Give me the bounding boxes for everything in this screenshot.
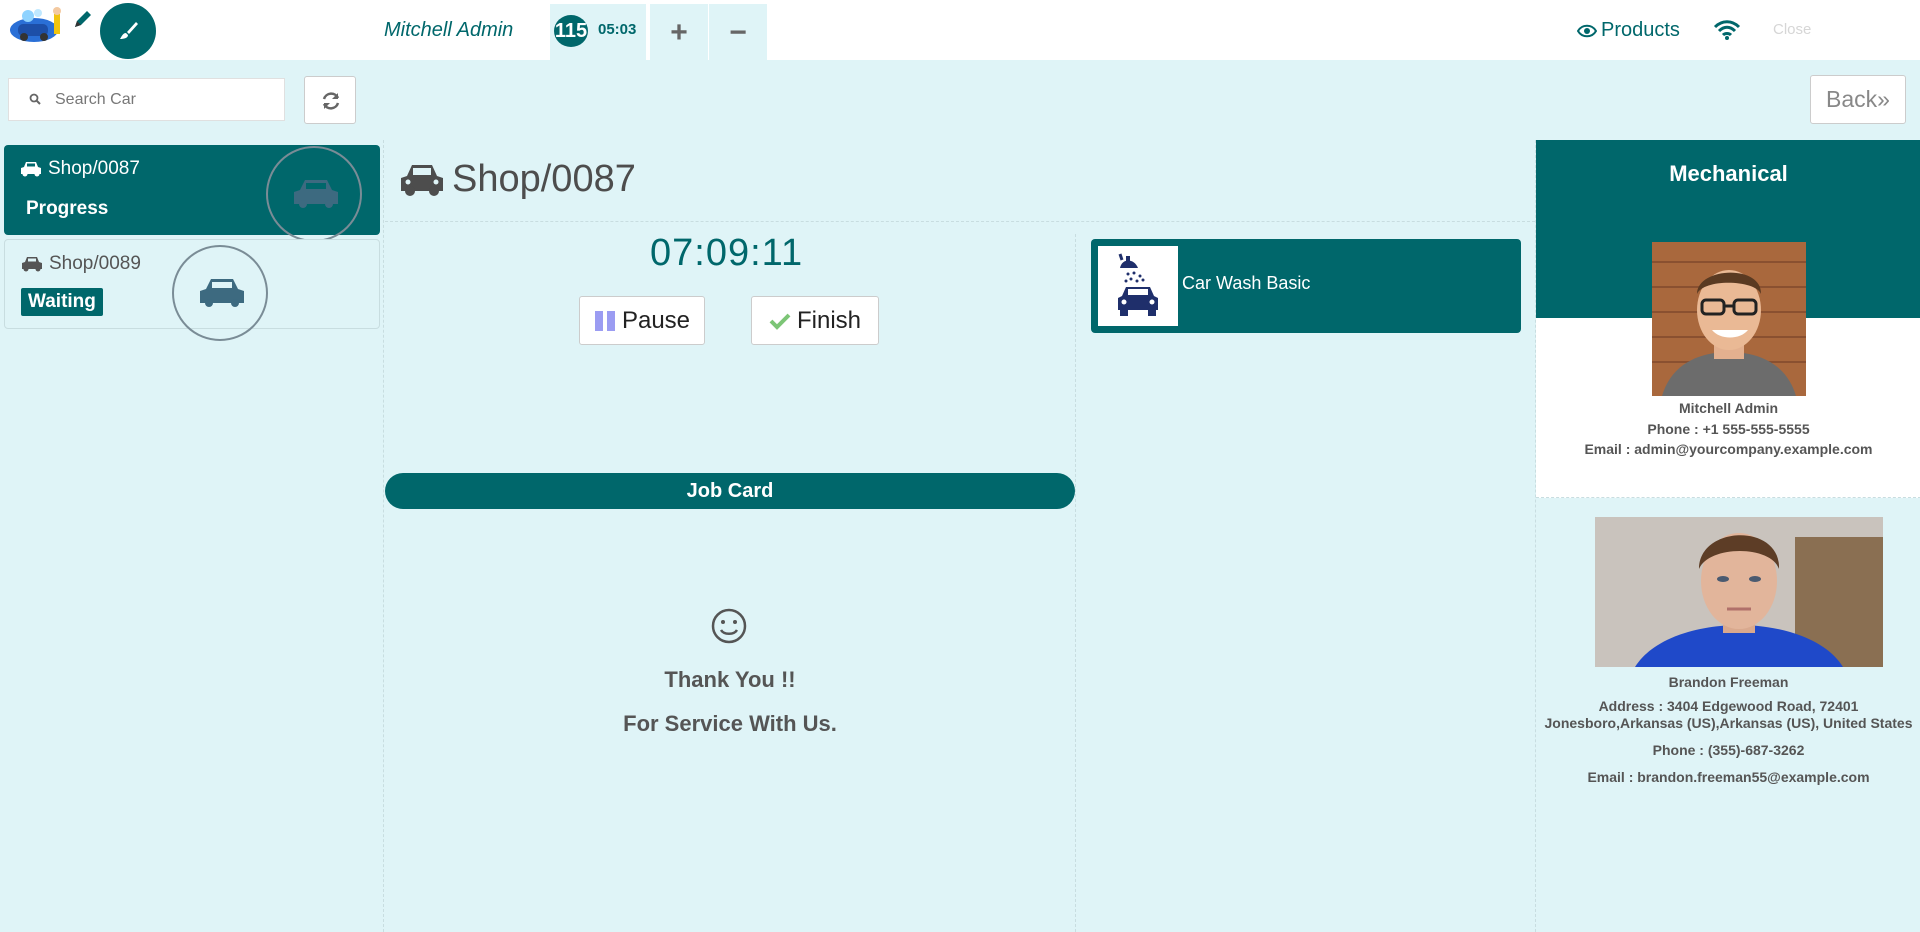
customer-address-line2: Jonesboro,Arkansas (US),Arkansas (US), U… [1544,715,1913,731]
customer-name: Brandon Freeman [1668,674,1789,690]
back-button[interactable]: Back» [1810,75,1906,124]
car-avatar-circle [266,146,362,242]
remove-order-button[interactable]: − [709,4,767,60]
car-list: Shop/0087 Progress Shop/0089 Waiting [0,140,384,932]
car-card-title: Shop/0089 [21,253,141,275]
car-state-label: Waiting [21,288,103,316]
smiley-icon [710,607,748,650]
car-name: Shop/0089 [49,253,141,274]
paint-brush-button[interactable] [100,3,156,59]
minus-icon: − [729,16,747,49]
detail-title: Shop/0087 [400,158,636,201]
refresh-icon [322,92,340,110]
check-icon [769,313,791,330]
service-timer: 07:09:11 [650,232,804,274]
customer-address-line1: Address : 3404 Edgewood Road, 72401 [1598,698,1859,714]
pause-button[interactable]: Pause [579,296,705,345]
customer-phone: Phone : (355)-687-3262 [1652,742,1805,758]
service-card[interactable]: Car Wash Basic [1091,239,1521,333]
mechanic-name: Mitchell Admin [1678,400,1779,416]
job-card-button[interactable]: Job Card [385,473,1075,509]
order-time: 05:03 [598,21,637,38]
search-car-input[interactable] [55,87,275,113]
thank-you-text: Thank You !! [664,667,796,692]
eye-icon [1577,24,1597,37]
refresh-button[interactable] [304,76,356,124]
car-wash-logo [8,4,70,46]
finish-button[interactable]: Finish [751,296,879,345]
search-icon [29,93,41,105]
mechanic-section-title: Mechanical [1669,161,1788,186]
products-button[interactable]: Products [1577,19,1680,42]
car-card-title: Shop/0087 [20,158,140,180]
car-icon [401,164,443,196]
finish-label: Finish [796,306,862,334]
assignment-panel: Mechanical Mitchell Admin Phone : +1 555… [1535,140,1920,932]
mechanic-email: Email : admin@yourcompany.example.com [1584,441,1873,457]
pause-label: Pause [621,306,691,334]
wifi-icon [1713,20,1741,45]
service-thanks-text: For Service With Us. [623,711,837,736]
car-card-shop-0087[interactable]: Shop/0087 Progress [4,145,380,242]
column-divider [1075,234,1076,932]
car-icon [200,279,244,307]
service-name: Car Wash Basic [1182,273,1311,293]
products-label: Products [1601,19,1680,41]
add-order-button[interactable]: + [650,4,708,60]
top-bar: Mitchell Admin 115 05:03 + − Products Cl… [0,0,1920,60]
order-number-badge: 115 [554,15,588,47]
customer-avatar [1595,517,1883,667]
car-card-shop-0089[interactable]: Shop/0089 Waiting [4,239,380,341]
customer-email: Email : brandon.freeman55@example.com [1587,769,1870,785]
detail-title-text: Shop/0087 [452,158,636,200]
car-icon [22,257,42,272]
pause-icon [594,310,615,331]
order-tab[interactable]: 115 05:03 [550,4,646,60]
search-car-field[interactable] [8,78,285,121]
car-avatar-circle [172,245,268,341]
close-button[interactable]: Close [1773,21,1811,38]
car-wash-service-icon [1098,246,1178,326]
mechanic-avatar [1652,242,1806,396]
car-state-label: Progress [26,198,109,219]
plus-icon: + [670,16,688,49]
car-icon [21,162,41,177]
edit-pencil-icon[interactable] [72,8,94,30]
car-name: Shop/0087 [48,158,140,179]
detail-header: Shop/0087 [385,140,1535,222]
car-icon [294,180,338,208]
paint-brush-icon [120,22,138,39]
mechanic-phone: Phone : +1 555-555-5555 [1647,421,1810,437]
cashier-name[interactable]: Mitchell Admin [384,19,513,42]
